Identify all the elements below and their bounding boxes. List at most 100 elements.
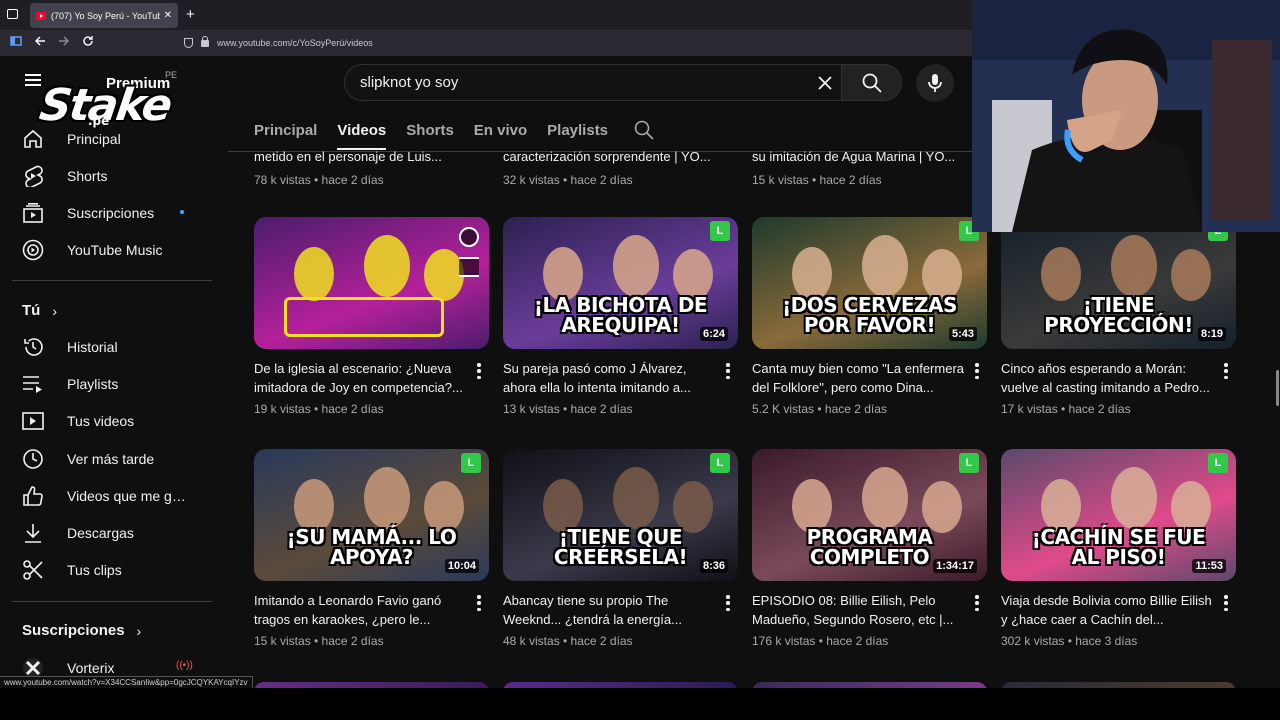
watch-later-icon[interactable] (459, 227, 479, 247)
more-options-icon[interactable] (477, 363, 481, 379)
sidebar-item-label: Principal (67, 130, 121, 147)
search-button[interactable] (842, 64, 902, 101)
video-title[interactable]: metido en el personaje de Luis... (254, 149, 466, 164)
sidebar-item-historial[interactable]: Historial (0, 328, 212, 365)
sidebar-divider (12, 280, 212, 281)
video-card[interactable]: L PROGRAMA COMPLETO 1:34:17 EPISODIO 08: Bi… (752, 449, 987, 648)
video-title[interactable]: EPISODIO 08: Billie Eilish, Pelo Madueño… (752, 591, 964, 629)
video-thumbnail[interactable] (254, 217, 489, 349)
video-title[interactable]: Viaja desde Bolivia como Billie Eilish y… (1001, 591, 1213, 629)
more-options-icon[interactable] (477, 595, 481, 611)
duration-badge: 6:24 (699, 327, 728, 341)
shorts-icon (22, 165, 44, 187)
duration-badge: 8:19 (1197, 327, 1226, 341)
thumbnail-figure (613, 235, 659, 297)
video-thumbnail[interactable]: L ¡LA BICHOTA DE AREQUIPA! 6:24 (503, 217, 738, 349)
sidebar-item-tus-videos[interactable]: Tus videos (0, 402, 212, 439)
search-icon (862, 73, 882, 93)
more-options-icon[interactable] (975, 363, 979, 379)
more-options-icon[interactable] (726, 363, 730, 379)
browser-tab[interactable]: (707) Yo Soy Perú - YouTube ✕ (30, 3, 178, 28)
sidebar-toggle-icon[interactable] (10, 35, 22, 47)
channel-logo-icon: L (710, 221, 730, 241)
video-title[interactable]: De la iglesia al escenario: ¿Nueva imita… (254, 359, 466, 397)
downloads-icon (22, 522, 44, 544)
more-options-icon[interactable] (975, 595, 979, 611)
microphone-icon (928, 73, 942, 93)
tab-videos[interactable]: Videos (337, 114, 386, 150)
video-title[interactable]: Cinco años esperando a Morán: vuelve al … (1001, 359, 1213, 397)
forward-icon[interactable] (58, 35, 70, 47)
video-thumbnail[interactable]: L ¡DOS CERVEZAS POR FAVOR! 5:43 (752, 217, 987, 349)
video-thumbnail[interactable]: L¡TIENE PROYECCIÓN!8:19 (1001, 217, 1236, 349)
video-title[interactable]: su imitación de Agua Marina | YO... (752, 149, 964, 164)
tracking-shield-icon[interactable] (184, 38, 193, 48)
video-title[interactable]: Imitando a Leonardo Favio ganó tragos en… (254, 591, 466, 629)
video-card[interactable]: L ¡DOS CERVEZAS POR FAVOR! 5:43 Canta muy b… (752, 217, 987, 416)
sidebar-item-label: Vorterix (67, 659, 115, 676)
new-tab-icon[interactable]: + (186, 6, 195, 23)
add-to-queue-icon[interactable] (459, 257, 479, 277)
duration-badge: 11:53 (1192, 559, 1226, 573)
sidebar-item-ver-mas-tarde[interactable]: Ver más tarde (0, 440, 212, 477)
tab-list-icon[interactable] (7, 9, 18, 19)
video-card[interactable]: L¡TIENE PROYECCIÓN!8:19 Cinco años espera… (1001, 217, 1236, 416)
video-thumbnail[interactable]: L ¡CACHÍN SE FUE AL PISO! 11:53 (1001, 449, 1236, 581)
new-content-dot (180, 210, 184, 214)
video-thumbnail[interactable]: L ¡TIENE QUE CREÉRSELA! 8:36 (503, 449, 738, 581)
video-meta: 78 k vistas • hace 2 días (254, 173, 384, 187)
video-card[interactable]: L ¡CACHÍN SE FUE AL PISO! 11:53 Viaja desde… (1001, 449, 1236, 648)
voice-search-button[interactable] (916, 64, 954, 102)
video-thumbnail[interactable]: L ¡SU MAMÁ... LO APOYA? 10:04 (254, 449, 489, 581)
lock-icon[interactable] (201, 35, 209, 47)
video-title[interactable]: Su pareja pasó como J Álvarez, ahora ell… (503, 359, 715, 397)
sidebar-item-principal[interactable]: Principal (0, 120, 212, 157)
sidebar-item-tus-clips[interactable]: Tus clips (0, 551, 212, 588)
video-meta: 5.2 K vistas • hace 2 días (752, 402, 887, 416)
channel-logo-icon: L (461, 453, 481, 473)
sidebar-item-label: YouTube Music (67, 241, 163, 258)
video-card[interactable]: L ¡SU MAMÁ... LO APOYA? 10:04 Imitando a Le… (254, 449, 489, 648)
sidebar-item-suscripciones[interactable]: Suscripciones (0, 194, 212, 231)
sidebar-item-descargas[interactable]: Descargas (0, 514, 212, 551)
url-text[interactable]: www.youtube.com/c/YoSoyPerú/videos (217, 38, 373, 48)
sidebar-item-youtube-music[interactable]: YouTube Music (0, 231, 212, 268)
video-title[interactable]: Canta muy bien como "La enfermera del Fo… (752, 359, 964, 397)
more-options-icon[interactable] (1224, 363, 1228, 379)
reload-icon[interactable] (82, 35, 94, 47)
tab-en-vivo[interactable]: En vivo (474, 114, 527, 150)
menu-icon[interactable] (25, 74, 41, 86)
search-input[interactable]: slipknot yo soy (344, 64, 842, 101)
sidebar-item-videos-que-me-gustan[interactable]: Videos que me gus... (0, 477, 212, 514)
video-title[interactable]: Abancay tiene su propio The Weeknd... ¿t… (503, 591, 715, 629)
live-icon: ((•)) (176, 660, 193, 671)
video-card[interactable]: L ¡LA BICHOTA DE AREQUIPA! 6:24 Su pareja p… (503, 217, 738, 416)
duration-badge: 10:04 (444, 559, 479, 573)
clear-search-icon[interactable] (813, 71, 837, 95)
sidebar-item-playlists[interactable]: Playlists (0, 365, 212, 402)
tab-shorts[interactable]: Shorts (406, 114, 454, 150)
search-query[interactable]: slipknot yo soy (360, 74, 458, 91)
video-card[interactable]: De la iglesia al escenario: ¿Nueva imita… (254, 217, 489, 416)
video-thumbnail[interactable]: L PROGRAMA COMPLETO 1:34:17 (752, 449, 987, 581)
sidebar-subscriptions-heading[interactable]: Suscripciones › (22, 622, 141, 639)
thumbnail-figure (1111, 467, 1157, 529)
close-tab-icon[interactable]: ✕ (164, 10, 172, 21)
sidebar-you-heading[interactable]: Tú › (22, 302, 57, 319)
address-bar[interactable]: www.youtube.com/c/YoSoyPerú/videos (176, 33, 966, 53)
tab-playlists[interactable]: Playlists (547, 114, 608, 150)
video-card[interactable]: L ¡TIENE QUE CREÉRSELA! 8:36 Abancay tiene … (503, 449, 738, 648)
channel-search-icon[interactable] (634, 114, 654, 150)
video-meta: 17 k vistas • hace 2 días (1001, 402, 1131, 416)
sidebar-item-label: Ver más tarde (67, 450, 155, 467)
sidebar-item-label: Tus videos (67, 412, 135, 429)
more-options-icon[interactable] (1224, 595, 1228, 611)
more-options-icon[interactable] (726, 595, 730, 611)
tab-principal[interactable]: Principal (254, 114, 317, 150)
sidebar-item-shorts[interactable]: Shorts (0, 157, 212, 194)
channel-logo-icon: L (1208, 453, 1228, 473)
scrollbar-thumb[interactable] (1276, 370, 1279, 406)
video-meta: 302 k vistas • hace 3 días (1001, 634, 1138, 648)
back-icon[interactable] (34, 35, 46, 47)
video-title[interactable]: caracterización sorprendente | YO... (503, 149, 715, 164)
